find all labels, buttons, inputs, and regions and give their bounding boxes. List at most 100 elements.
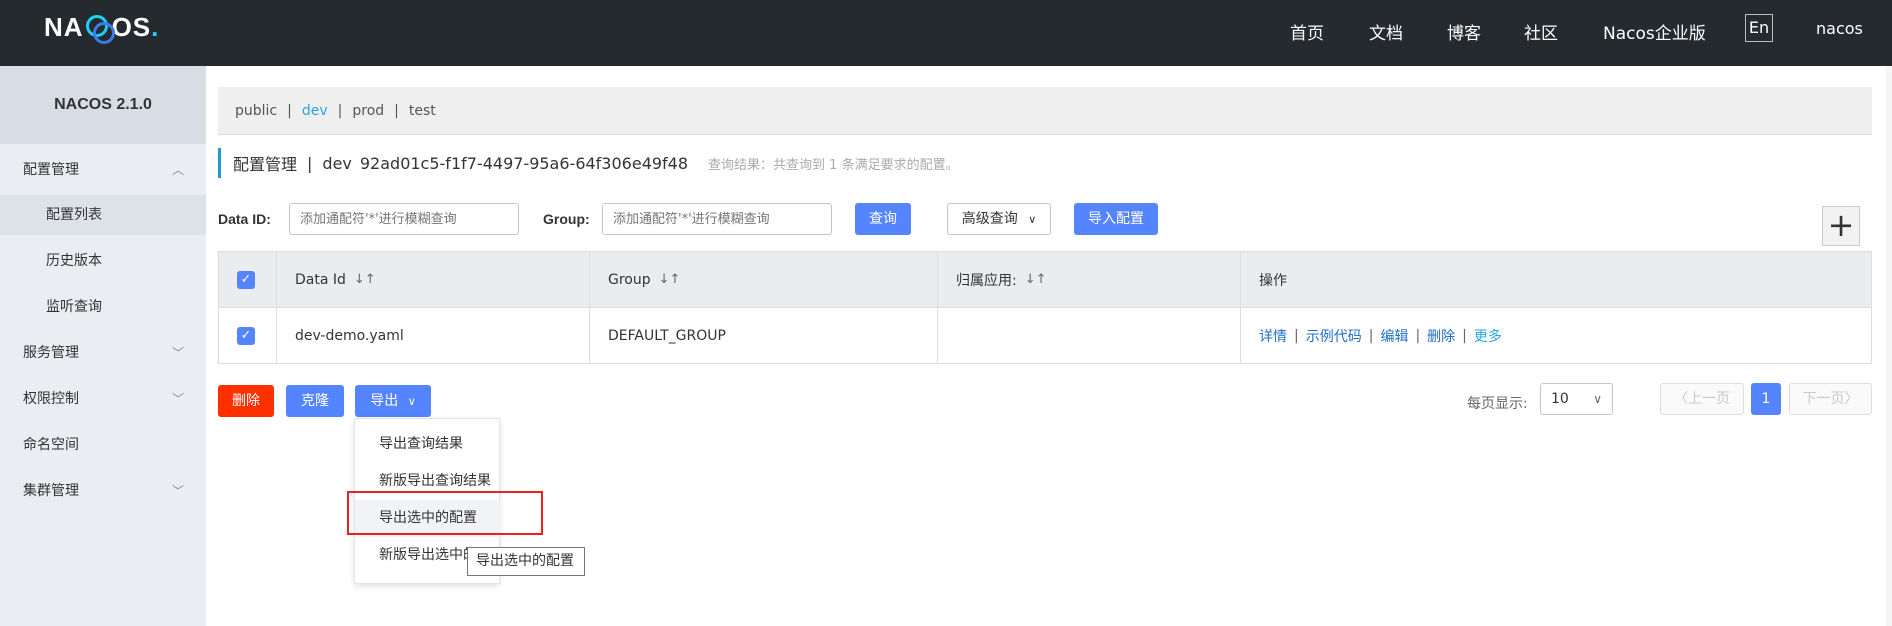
sidebar-item-label: 命名空间: [23, 437, 79, 453]
sidebar: NACOS 2.1.0 配置管理 ︿ 配置列表 历史版本 监听查询 服务管理 ﹀…: [0, 66, 206, 626]
sort-icon[interactable]: ↓↑: [659, 272, 681, 287]
config-table: ✓ Data Id ↓↑ Group ↓↑ 归属应用: ↓↑ 操作 ✓ dev-…: [218, 251, 1872, 364]
group-search-input[interactable]: [602, 203, 832, 235]
header-actions: 操作: [1241, 252, 1871, 307]
header-dataid[interactable]: Data Id ↓↑: [277, 252, 590, 307]
sidebar-item-history[interactable]: 历史版本: [0, 241, 206, 281]
chevron-up-icon: ︿: [171, 163, 184, 177]
namespace-separator: |: [287, 102, 292, 119]
table-row: ✓ dev-demo.yaml DEFAULT_GROUP 详情 | 示例代码 | …: [219, 308, 1871, 363]
sidebar-item-label: 监听查询: [46, 299, 102, 315]
sidebar-item-label: 服务管理: [23, 345, 79, 361]
select-all-checkbox[interactable]: ✓: [237, 270, 255, 289]
sort-icon[interactable]: ↓↑: [1025, 272, 1047, 287]
group-label: Group:: [543, 211, 590, 227]
sidebar-item-label: 权限控制: [23, 391, 79, 407]
version-label: NACOS 2.1.0: [0, 66, 206, 144]
header-group[interactable]: Group ↓↑: [590, 252, 938, 307]
cell-dataid: dev-demo.yaml: [277, 308, 590, 363]
prev-page-button[interactable]: 〈上一页: [1660, 383, 1744, 415]
next-page-label: 下一页: [1802, 391, 1845, 407]
chevron-right-icon: 〉: [1844, 391, 1859, 407]
page-number-current[interactable]: 1: [1751, 383, 1781, 415]
namespace-bar: public | dev | prod | test: [218, 87, 1872, 135]
row-checkbox-cell: ✓: [219, 308, 277, 363]
bulk-delete-button[interactable]: 删除: [218, 385, 274, 417]
nav-docs[interactable]: 文档: [1369, 19, 1403, 44]
next-page-button[interactable]: 下一页〉: [1789, 383, 1872, 415]
nacos-logo[interactable]: NA OS.: [44, 12, 159, 44]
row-checkbox[interactable]: ✓: [237, 326, 255, 345]
header-label: Group: [608, 271, 651, 288]
annotation-highlight-box: [347, 491, 543, 535]
header-label: Data Id: [295, 271, 346, 288]
action-sample-code-link[interactable]: 示例代码: [1306, 326, 1362, 346]
header-checkbox-cell: ✓: [219, 252, 277, 307]
logo-rings-icon: [85, 15, 115, 44]
table-header-row: ✓ Data Id ↓↑ Group ↓↑ 归属应用: ↓↑ 操作: [219, 252, 1871, 308]
namespace-public[interactable]: public: [235, 103, 277, 119]
page-title: 配置管理 | dev 92ad01c5-f1f7-4497-95a6-64f30…: [218, 148, 959, 178]
header-app[interactable]: 归属应用: ↓↑: [938, 252, 1241, 307]
export-menu-item-query-results[interactable]: 导出查询结果: [355, 426, 501, 463]
dataid-label: Data ID:: [218, 211, 271, 227]
cell-actions: 详情 | 示例代码 | 编辑 | 删除 | 更多: [1259, 326, 1502, 346]
main-content: public | dev | prod | test 配置管理 | dev 92…: [206, 66, 1892, 626]
sidebar-item-cluster-management[interactable]: 集群管理 ﹀: [0, 471, 206, 511]
namespace-test[interactable]: test: [409, 103, 436, 119]
dataid-search-input[interactable]: [289, 203, 519, 235]
search-button[interactable]: 查询: [855, 203, 911, 235]
header-label: 归属应用:: [956, 272, 1017, 289]
chevron-left-icon: 〈: [1674, 391, 1688, 407]
sort-icon[interactable]: ↓↑: [354, 272, 376, 287]
page-size-select[interactable]: 10 ∨: [1540, 383, 1613, 415]
language-toggle-button[interactable]: En: [1745, 14, 1773, 42]
top-navbar: NA OS. 首页 文档 博客 社区 Nacos企业版 En nacos: [0, 0, 1892, 66]
namespace-separator: |: [394, 102, 399, 119]
nav-blog[interactable]: 博客: [1447, 19, 1481, 44]
sidebar-item-label: 历史版本: [46, 253, 102, 269]
export-label: 导出: [370, 393, 399, 409]
namespace-prod[interactable]: prod: [352, 103, 384, 119]
chevron-down-icon: ∨: [407, 395, 416, 408]
export-dropdown-button[interactable]: 导出 ∨: [355, 385, 431, 417]
namespace-separator: |: [337, 102, 343, 119]
header-label: 操作: [1259, 272, 1287, 289]
cell-group: DEFAULT_GROUP: [590, 308, 938, 363]
nav-enterprise[interactable]: Nacos企业版: [1603, 19, 1706, 44]
title-namespace: dev: [322, 153, 352, 173]
sidebar-item-access-control[interactable]: 权限控制 ﹀: [0, 379, 206, 419]
action-details-link[interactable]: 详情: [1259, 326, 1287, 346]
title-namespace-id: 92ad01c5-f1f7-4497-95a6-64f306e49f48: [359, 153, 689, 173]
chevron-down-icon: ﹀: [171, 346, 184, 360]
sidebar-item-label: 配置列表: [46, 207, 102, 223]
user-menu[interactable]: nacos: [1816, 19, 1863, 38]
sidebar-item-listener-query[interactable]: 监听查询: [0, 287, 206, 327]
sidebar-item-config-list[interactable]: 配置列表: [0, 195, 206, 235]
nav-community[interactable]: 社区: [1524, 19, 1558, 44]
sidebar-item-namespace[interactable]: 命名空间: [0, 425, 206, 465]
sidebar-item-service-management[interactable]: 服务管理 ﹀: [0, 333, 206, 373]
namespace-dev[interactable]: dev: [302, 103, 328, 119]
action-delete-link[interactable]: 删除: [1427, 326, 1455, 346]
page-size-value: 10: [1551, 391, 1569, 407]
sidebar-item-label: 集群管理: [23, 483, 79, 499]
page-scrollbar[interactable]: [1886, 66, 1892, 626]
cell-app: [938, 308, 1241, 363]
title-separator: |: [307, 153, 313, 173]
action-more-link[interactable]: 更多: [1474, 326, 1502, 346]
action-edit-link[interactable]: 编辑: [1380, 326, 1408, 346]
chevron-down-icon: ∨: [1028, 213, 1037, 226]
chevron-down-icon: ﹀: [171, 392, 184, 406]
result-hint: 查询结果：共查询到 1 条满足要求的配置。: [708, 157, 959, 173]
advanced-search-button[interactable]: 高级查询 ∨: [947, 203, 1051, 235]
page-size-label: 每页显示:: [1467, 396, 1528, 412]
bulk-clone-button[interactable]: 克隆: [286, 385, 344, 417]
chevron-down-icon: ∨: [1593, 392, 1602, 406]
sidebar-item-config-management[interactable]: 配置管理 ︿: [0, 150, 206, 190]
sidebar-item-label: 配置管理: [23, 162, 79, 178]
title-section: 配置管理: [233, 155, 298, 174]
nav-home[interactable]: 首页: [1290, 19, 1324, 44]
import-config-button[interactable]: 导入配置: [1074, 203, 1158, 235]
add-config-button[interactable]: +: [1822, 206, 1860, 246]
